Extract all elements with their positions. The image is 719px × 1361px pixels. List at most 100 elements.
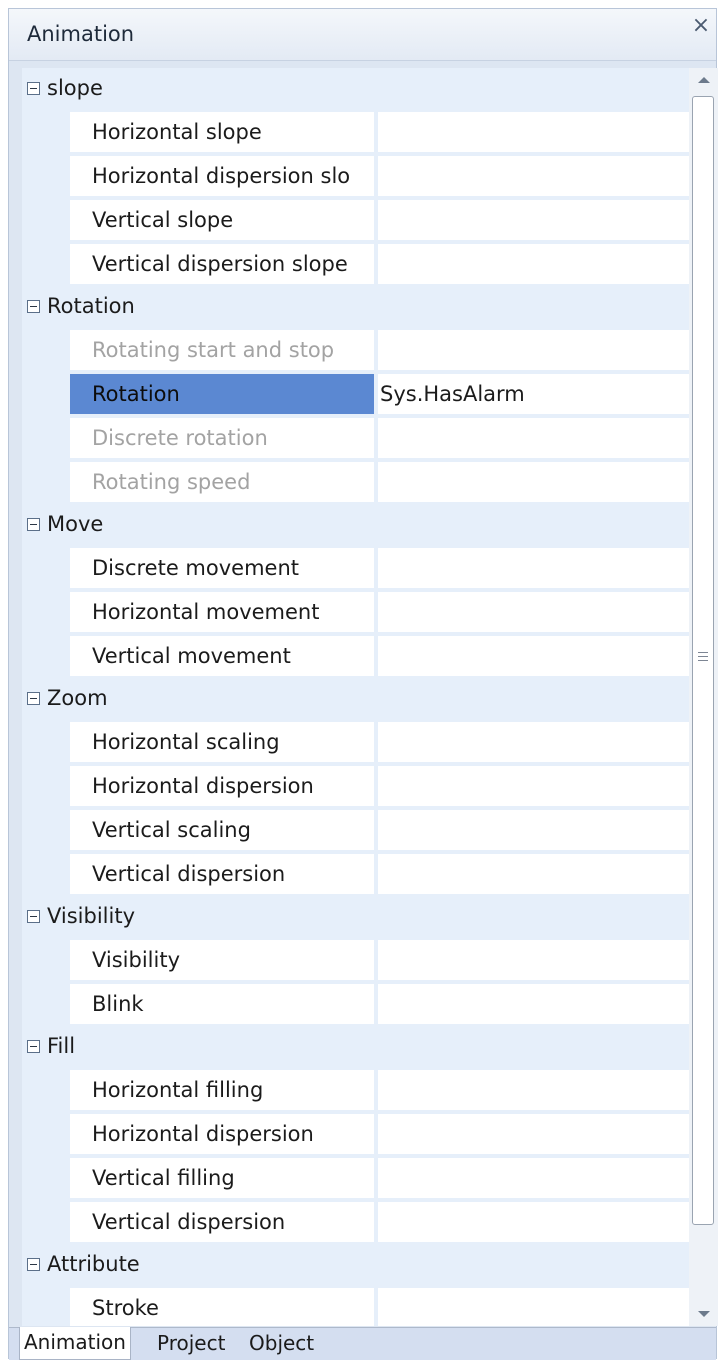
collapse-minus-icon[interactable] [27,518,40,531]
property-row[interactable]: Discrete movement [22,546,689,590]
vertical-scrollbar[interactable] [689,68,718,1326]
property-value-field[interactable] [378,810,689,850]
property-row[interactable]: Blink [22,982,689,1026]
property-name[interactable]: Horizontal movement [70,592,374,632]
panel-title-bar: Animation × [9,9,716,61]
collapse-minus-icon[interactable] [27,82,40,95]
property-row[interactable]: Vertical dispersion slope [22,242,689,286]
scroll-grip-icon [698,652,708,661]
property-value-field[interactable] [378,548,689,588]
scroll-thumb[interactable] [692,96,714,1225]
property-name[interactable]: Vertical dispersion [70,854,374,894]
property-row[interactable]: Vertical movement [22,634,689,678]
property-value-field[interactable] [378,854,689,894]
property-value-field[interactable] [378,156,689,196]
category-visibility[interactable]: Visibility [22,896,689,938]
property-value-field[interactable]: Sys.HasAlarm [378,374,689,414]
scroll-down-arrow-icon[interactable] [689,1302,718,1326]
property-row[interactable]: Stroke [22,1286,689,1326]
scroll-up-arrow-icon[interactable] [689,68,718,92]
property-row[interactable]: Horizontal movement [22,590,689,634]
category-label: Move [47,512,104,536]
property-row[interactable]: Vertical scaling [22,808,689,852]
property-name[interactable]: Horizontal dispersion slo [70,156,374,196]
collapse-minus-icon[interactable] [27,1258,40,1271]
property-row[interactable]: Vertical dispersion [22,852,689,896]
property-name[interactable]: Rotation [70,374,374,414]
category-rotation[interactable]: Rotation [22,286,689,328]
property-value-field[interactable] [378,1202,689,1242]
property-row[interactable]: Vertical dispersion [22,1200,689,1244]
property-value-field[interactable] [378,462,689,502]
category-slope[interactable]: slope [22,68,689,110]
collapse-minus-icon[interactable] [27,300,40,313]
property-row[interactable]: Horizontal slope [22,110,689,154]
close-icon[interactable]: × [690,15,712,37]
property-row[interactable]: Discrete rotation [22,416,689,460]
property-value-field[interactable] [378,592,689,632]
property-value-field[interactable] [378,722,689,762]
collapse-minus-icon[interactable] [27,910,40,923]
category-label: Fill [47,1034,76,1058]
property-row[interactable]: Rotating start and stop [22,328,689,372]
property-name[interactable]: Rotating start and stop [70,330,374,370]
property-value-field[interactable] [378,984,689,1024]
collapse-minus-icon[interactable] [27,692,40,705]
category-label: slope [47,76,103,100]
property-name[interactable]: Vertical movement [70,636,374,676]
property-row[interactable]: Horizontal dispersion slo [22,154,689,198]
category-label: Rotation [47,294,135,318]
property-row[interactable]: Rotating speed [22,460,689,504]
property-row[interactable]: Vertical filling [22,1156,689,1200]
category-attribute[interactable]: Attribute [22,1244,689,1286]
category-zoom[interactable]: Zoom [22,678,689,720]
property-value-field[interactable] [378,1158,689,1198]
property-name[interactable]: Horizontal slope [70,112,374,152]
property-name[interactable]: Blink [70,984,374,1024]
property-row[interactable]: Vertical slope [22,198,689,242]
collapse-minus-icon[interactable] [27,1040,40,1053]
property-name[interactable]: Horizontal dispersion [70,766,374,806]
property-name[interactable]: Vertical scaling [70,810,374,850]
property-name[interactable]: Visibility [70,940,374,980]
property-grid: slope Horizontal slope Horizontal dispersi… [22,68,689,1326]
property-value-field[interactable] [378,940,689,980]
property-value-field[interactable] [378,1288,689,1326]
property-value-field[interactable] [378,766,689,806]
property-name[interactable]: Vertical dispersion [70,1202,374,1242]
property-row[interactable]: Horizontal dispersion [22,1112,689,1156]
category-move[interactable]: Move [22,504,689,546]
tab-project[interactable]: Project [157,1328,225,1361]
property-row[interactable]: Horizontal scaling [22,720,689,764]
category-label: Attribute [47,1252,140,1276]
property-value-field[interactable] [378,1070,689,1110]
property-row[interactable]: Visibility [22,938,689,982]
tab-animation[interactable]: Animation [19,1327,131,1360]
property-row[interactable]: Rotation Sys.HasAlarm [22,372,689,416]
category-label: Visibility [47,904,136,928]
category-label: Zoom [47,686,108,710]
animation-panel: Animation × slope Horizontal slope Horizon… [8,8,718,1360]
property-value-field[interactable] [378,244,689,284]
category-fill[interactable]: Fill [22,1026,689,1068]
property-value-field[interactable] [378,112,689,152]
tab-object[interactable]: Object [249,1328,314,1361]
property-row[interactable]: Horizontal filling [22,1068,689,1112]
property-name[interactable]: Discrete movement [70,548,374,588]
property-name[interactable]: Rotating speed [70,462,374,502]
property-name[interactable]: Horizontal scaling [70,722,374,762]
property-name[interactable]: Horizontal dispersion [70,1114,374,1154]
property-name[interactable]: Vertical filling [70,1158,374,1198]
property-row[interactable]: Horizontal dispersion [22,764,689,808]
property-value-field[interactable] [378,418,689,458]
property-name[interactable]: Vertical dispersion slope [70,244,374,284]
property-name[interactable]: Horizontal filling [70,1070,374,1110]
property-name[interactable]: Vertical slope [70,200,374,240]
property-value-field[interactable] [378,200,689,240]
property-name[interactable]: Discrete rotation [70,418,374,458]
property-name[interactable]: Stroke [70,1288,374,1326]
property-value-field[interactable] [378,1114,689,1154]
panel-tab-bar: Animation Project Object [9,1327,716,1360]
property-value-field[interactable] [378,330,689,370]
property-value-field[interactable] [378,636,689,676]
